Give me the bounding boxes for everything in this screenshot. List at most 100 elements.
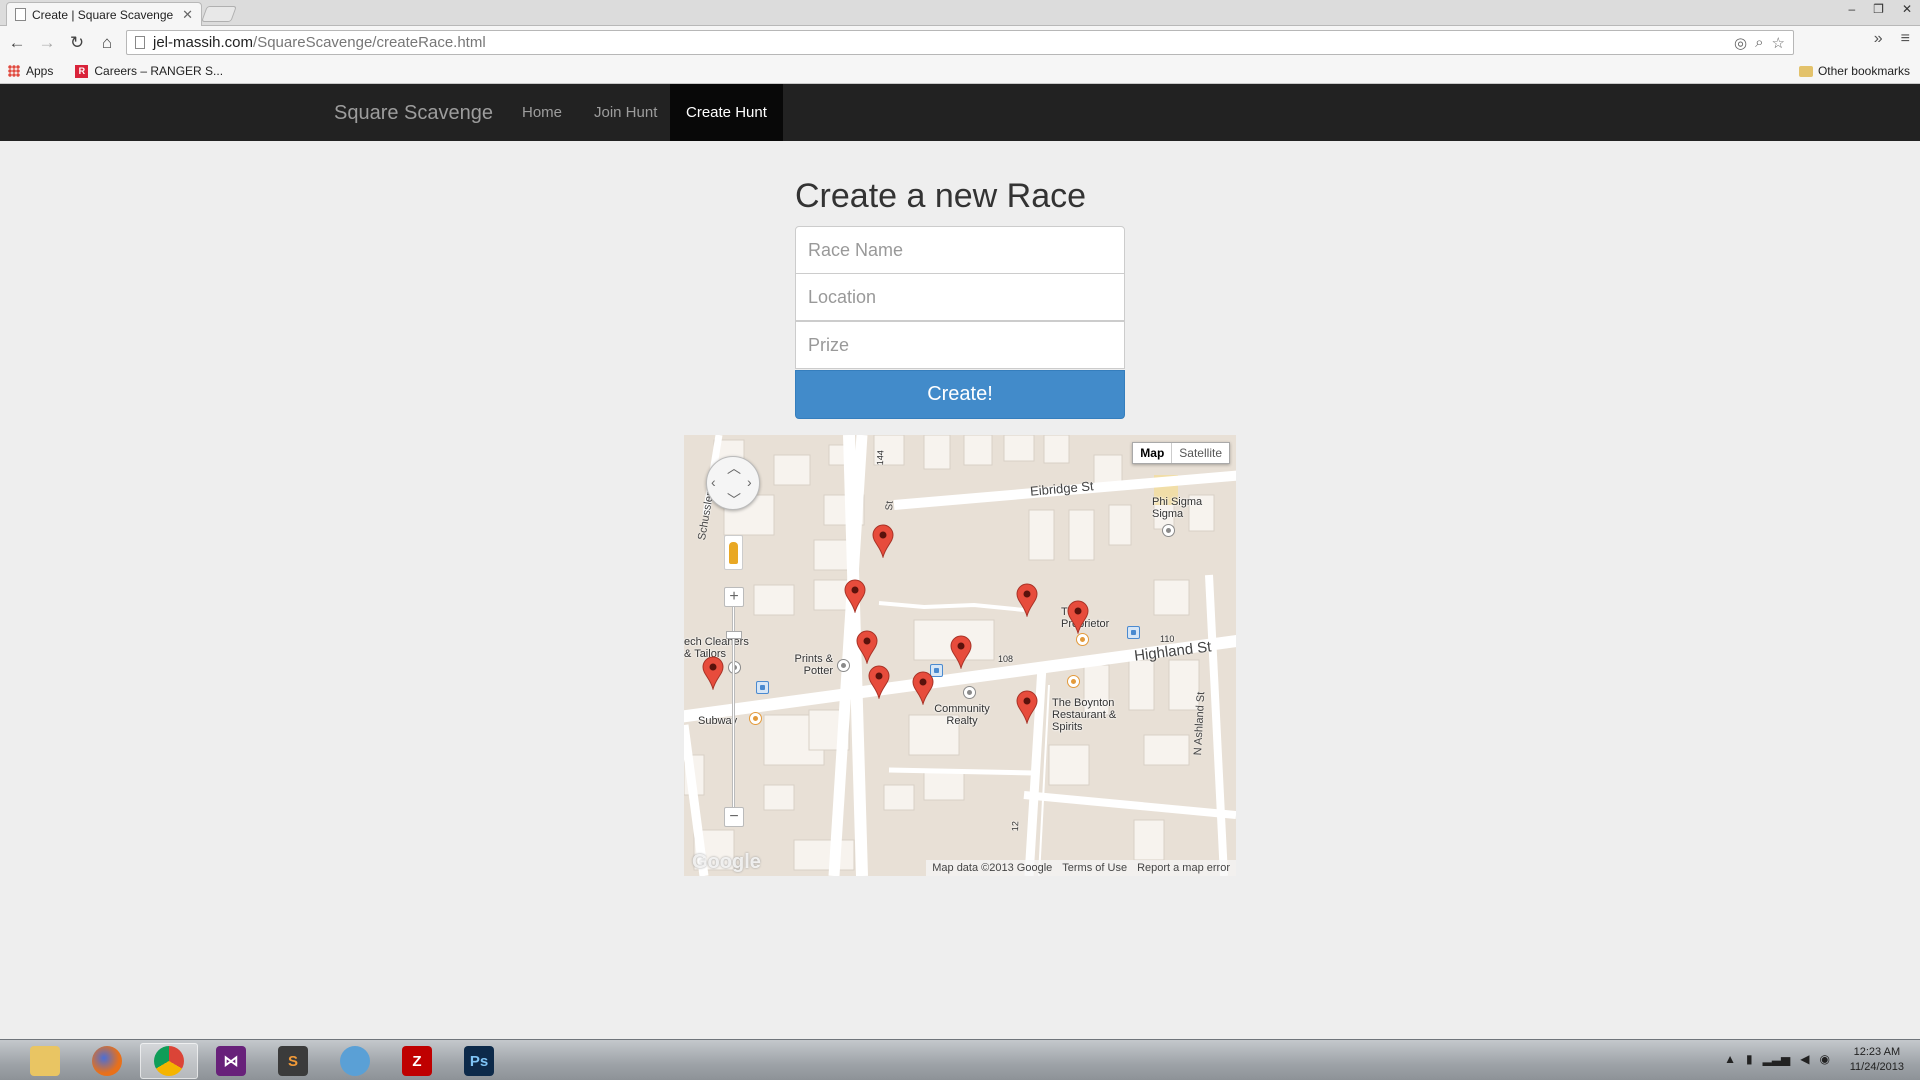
system-clock[interactable]: 12:23 AM 11/24/2013 (1850, 1045, 1904, 1075)
clock-time: 12:23 AM (1853, 1046, 1901, 1058)
address-bar[interactable]: jel-massih.com/SquareScavenge/createRace… (126, 30, 1794, 55)
taskbar: ⋈ S Z Ps ▲ ▮ ▂▃▅ ◀ ◉ 12:23 AM 11/24/2013 (0, 1039, 1920, 1080)
photoshop-icon[interactable]: Ps (450, 1043, 508, 1079)
location-input[interactable] (795, 273, 1125, 321)
bookmark-label: Apps (26, 64, 54, 78)
chrome-icon[interactable] (140, 1043, 198, 1079)
minimize-icon[interactable]: – (1848, 2, 1855, 16)
bus-stop-icon[interactable] (1127, 626, 1140, 639)
page-title: Create a new Race (795, 177, 1087, 215)
network-icon[interactable]: ▮ (1746, 1052, 1753, 1066)
race-marker[interactable] (1016, 690, 1038, 724)
clock-date: 11/24/2013 (1849, 1061, 1904, 1073)
place-icon[interactable] (1162, 524, 1175, 537)
street-number: 144 (874, 450, 886, 466)
race-marker[interactable] (950, 635, 972, 669)
page-info-icon[interactable] (135, 36, 145, 49)
map-type-satellite-button[interactable]: Satellite (1172, 443, 1229, 463)
ranger-icon: R (75, 64, 89, 78)
street-label: St (884, 500, 896, 511)
restore-icon[interactable]: ❐ (1873, 2, 1884, 16)
close-window-icon[interactable]: ✕ (1902, 2, 1912, 16)
zoom-out-button[interactable]: − (724, 807, 744, 827)
race-marker[interactable] (1067, 600, 1089, 634)
sublime-text-icon[interactable]: S (264, 1043, 322, 1079)
back-icon[interactable]: ← (4, 30, 30, 56)
bookmark-apps[interactable]: Apps (8, 64, 53, 78)
pan-control[interactable]: ︿ ﹀ ‹ › (706, 456, 760, 510)
prize-input[interactable] (795, 321, 1125, 369)
map-type-map-button[interactable]: Map (1133, 443, 1173, 463)
pan-up-icon[interactable]: ︿ (727, 458, 741, 478)
bookmark-careers[interactable]: R Careers – RANGER S... (75, 64, 223, 78)
other-bookmarks[interactable]: Other bookmarks (1798, 64, 1910, 78)
window-controls: – ❐ ✕ (1848, 2, 1912, 16)
toolbar-right: » ≡ (1874, 30, 1910, 48)
race-marker[interactable] (856, 630, 878, 664)
race-name-input[interactable] (795, 226, 1125, 274)
tab-title: Create | Square Scavenge (32, 7, 174, 22)
zoom-slider-handle[interactable] (726, 631, 742, 639)
race-marker[interactable] (912, 671, 934, 705)
place-icon[interactable] (963, 686, 976, 699)
restaurant-icon[interactable] (1076, 633, 1089, 646)
shop-icon[interactable] (837, 659, 850, 672)
map-attribution: Map data ©2013 Google Terms of Use Repor… (926, 860, 1236, 876)
app-icon[interactable] (326, 1043, 384, 1079)
race-marker[interactable] (844, 579, 866, 613)
race-marker[interactable] (702, 656, 724, 690)
restaurant-icon[interactable] (749, 712, 762, 725)
nav-home[interactable]: Home (506, 84, 578, 141)
zoom-in-button[interactable]: + (724, 587, 744, 607)
pan-down-icon[interactable]: ﹀ (727, 490, 741, 510)
street-view-pegman-icon[interactable] (724, 535, 743, 570)
filezilla-icon[interactable]: Z (388, 1043, 446, 1079)
browser-tab[interactable]: Create | Square Scavenge ✕ (6, 2, 202, 26)
map-type-control: Map Satellite (1132, 442, 1230, 464)
location-icon[interactable]: ◎ (1734, 34, 1747, 52)
volume-icon[interactable]: ◀ (1800, 1052, 1809, 1066)
update-icon[interactable]: ◉ (1820, 1052, 1830, 1066)
create-button[interactable]: Create! (795, 370, 1125, 419)
bookmark-label: Careers – RANGER S... (94, 64, 224, 78)
terms-of-use-link[interactable]: Terms of Use (1062, 860, 1127, 876)
pan-left-icon[interactable]: ‹ (711, 474, 716, 490)
brand-link[interactable]: Square Scavenge (334, 102, 493, 125)
street-number: 110 (1160, 634, 1175, 644)
race-marker[interactable] (1016, 583, 1038, 617)
report-error-link[interactable]: Report a map error (1137, 860, 1230, 876)
race-marker[interactable] (868, 665, 890, 699)
show-hidden-icons-icon[interactable]: ▲ (1724, 1052, 1736, 1066)
bus-stop-icon[interactable] (756, 681, 769, 694)
visual-studio-icon[interactable]: ⋈ (202, 1043, 260, 1079)
race-marker[interactable] (872, 524, 894, 558)
nav-create-hunt[interactable]: Create Hunt (670, 84, 783, 141)
file-explorer-icon[interactable] (16, 1043, 74, 1079)
restaurant-icon[interactable] (1067, 675, 1080, 688)
place-label: Prints & Potter (794, 653, 833, 677)
apps-icon (8, 65, 20, 77)
extensions-chevron-icon[interactable]: » (1874, 30, 1883, 48)
forward-icon[interactable]: → (34, 30, 60, 56)
firefox-icon[interactable] (78, 1043, 136, 1079)
map-canvas[interactable]: Eibridge St Highland St N Ashland St Sch… (684, 435, 1236, 876)
bookmark-star-icon[interactable]: ☆ (1772, 34, 1785, 52)
url-path: /SquareScavenge/createRace.html (253, 34, 486, 51)
close-tab-icon[interactable]: ✕ (182, 7, 193, 23)
home-icon[interactable]: ⌂ (94, 30, 120, 56)
folder-icon (1798, 65, 1813, 77)
omnibox-icons: ◎ ⌕ ☆ (1734, 34, 1785, 52)
place-label: Community Realty (934, 703, 990, 727)
new-tab-button[interactable] (201, 6, 237, 22)
nav-join-hunt[interactable]: Join Hunt (578, 84, 673, 141)
bookmarks-bar: Apps R Careers – RANGER S... Other bookm… (0, 59, 1920, 84)
signal-icon[interactable]: ▂▃▅ (1763, 1052, 1791, 1066)
browser-toolbar: ← → ↻ ⌂ jel-massih.com/SquareScavenge/cr… (0, 26, 1920, 59)
reload-icon[interactable]: ↻ (64, 30, 90, 56)
menu-icon[interactable]: ≡ (1901, 30, 1910, 48)
zoom-icon[interactable]: ⌕ (1755, 34, 1763, 52)
zoom-slider[interactable] (732, 595, 735, 819)
pan-right-icon[interactable]: › (747, 474, 752, 490)
browser-tab-strip: Create | Square Scavenge ✕ – ❐ ✕ (0, 0, 1920, 26)
google-logo[interactable]: Google (692, 851, 761, 874)
